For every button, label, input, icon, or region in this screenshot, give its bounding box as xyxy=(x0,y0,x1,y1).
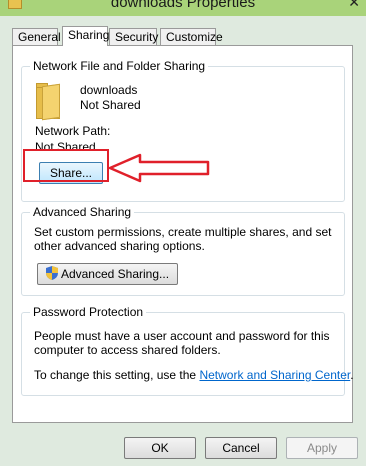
password-change-prefix: To change this setting, use the xyxy=(34,368,200,382)
password-protection-group: Password Protection People must have a u… xyxy=(21,305,354,396)
network-path-label: Network Path: xyxy=(35,124,111,138)
close-icon[interactable]: ✕ xyxy=(348,0,360,11)
tab-sharing[interactable]: Sharing xyxy=(62,26,109,46)
advanced-sharing-button-label: Advanced Sharing... xyxy=(60,267,170,281)
password-change-suffix: . xyxy=(350,368,354,382)
tab-security[interactable]: Security xyxy=(109,28,158,45)
tab-general[interactable]: General xyxy=(12,28,61,45)
window-title: downloads Properties xyxy=(110,0,256,11)
password-change-text: To change this setting, use the Network … xyxy=(34,368,354,382)
annotation-highlight-box xyxy=(23,149,109,182)
cancel-button[interactable]: Cancel xyxy=(205,437,277,459)
title-bar: downloads Properties ✕ xyxy=(0,0,366,16)
tab-customize[interactable]: Customize xyxy=(160,28,223,45)
sharing-panel: Network File and Folder Sharing download… xyxy=(12,45,354,423)
network-sharing-center-link[interactable]: Network and Sharing Center xyxy=(199,368,350,382)
advanced-sharing-button[interactable]: Advanced Sharing... xyxy=(37,263,178,285)
folder-icon xyxy=(36,83,60,121)
advanced-sharing-description: Set custom permissions, create multiple … xyxy=(34,225,332,253)
advanced-sharing-heading: Advanced Sharing xyxy=(30,205,135,219)
folder-name: downloads xyxy=(80,83,138,97)
network-sharing-heading: Network File and Folder Sharing xyxy=(30,59,209,73)
ok-button[interactable]: OK xyxy=(124,437,196,459)
advanced-sharing-group: Advanced Sharing Set custom permissions,… xyxy=(21,205,345,296)
folder-share-status: Not Shared xyxy=(80,98,141,112)
uac-shield-icon xyxy=(45,266,58,280)
password-protection-heading: Password Protection xyxy=(30,305,147,319)
password-protection-description: People must have a user account and pass… xyxy=(34,329,330,357)
annotation-arrow-icon xyxy=(108,153,210,183)
apply-button[interactable]: Apply xyxy=(286,437,358,459)
